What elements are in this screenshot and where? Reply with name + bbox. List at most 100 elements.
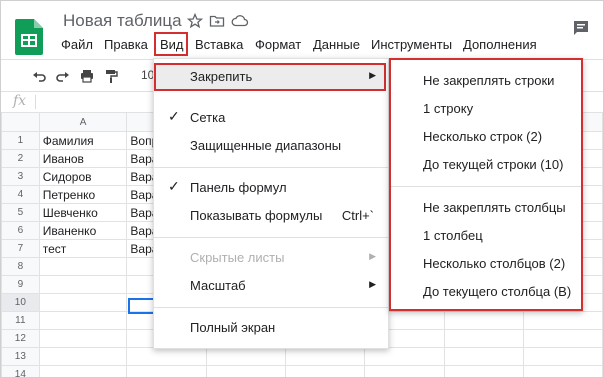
row-header[interactable]: 13 [1, 347, 40, 366]
menu-item-zoom[interactable]: Масштаб ▶ [154, 275, 388, 297]
row-header[interactable]: 7 [1, 239, 40, 258]
menu-item-show-formulas[interactable]: Показывать формулы Ctrl+` [154, 205, 388, 227]
menu-data[interactable]: Данные [313, 37, 360, 52]
row-header[interactable]: 2 [1, 149, 40, 168]
cell[interactable]: Иваненко [38, 221, 128, 240]
menu-divider [154, 167, 388, 168]
cell[interactable] [38, 275, 128, 294]
submenu-item-label: До текущей строки (10) [423, 157, 564, 172]
submenu-item-2-columns[interactable]: Несколько столбцов (2) [391, 253, 581, 275]
print-icon[interactable] [79, 68, 95, 84]
shortcut-label: Ctrl+` [341, 208, 374, 223]
submenu-item-up-to-current-row[interactable]: До текущей строки (10) [391, 154, 581, 176]
menu-item-label: Сетка [190, 110, 226, 125]
menu-item-label: Скрытые листы [190, 250, 285, 265]
document-title[interactable]: Новая таблица [63, 11, 182, 31]
menu-item-freeze[interactable]: Закрепить ▶ [154, 66, 388, 88]
cell[interactable]: Сидоров [38, 167, 128, 186]
cell[interactable] [38, 257, 128, 276]
submenu-arrow-icon: ▶ [369, 70, 376, 80]
cell[interactable] [38, 347, 128, 366]
menu-item-label: Закрепить [190, 69, 253, 84]
select-all-corner[interactable] [1, 112, 40, 132]
cell[interactable]: Шевченко [38, 203, 128, 222]
submenu-item-label: Не закреплять столбцы [423, 200, 566, 215]
fx-label: fx [13, 93, 27, 109]
cell[interactable] [126, 365, 207, 377]
redo-icon[interactable] [55, 68, 71, 84]
cell[interactable]: тест [38, 239, 128, 258]
column-header-a[interactable]: A [38, 112, 128, 132]
table-row: 14 [1, 365, 603, 377]
menu-tools[interactable]: Инструменты [371, 37, 452, 52]
submenu-item-up-to-current-column[interactable]: До текущего столбца (B) [391, 281, 581, 303]
menu-item-full-screen[interactable]: Полный экран [154, 317, 388, 339]
view-menu: Закрепить ▶ ✓ Сетка Защищенные диапазоны… [153, 58, 389, 349]
menu-item-label: Панель формул [190, 180, 287, 195]
menu-file[interactable]: Файл [61, 37, 93, 52]
submenu-item-2-rows[interactable]: Несколько строк (2) [391, 126, 581, 148]
menu-insert[interactable]: Вставка [195, 37, 243, 52]
menu-addons[interactable]: Дополнения [463, 37, 537, 52]
submenu-item-no-columns[interactable]: Не закреплять столбцы [391, 197, 581, 219]
submenu-arrow-icon: ▶ [369, 279, 376, 289]
row-header[interactable]: 4 [1, 185, 40, 204]
undo-icon[interactable] [31, 68, 47, 84]
comment-icon[interactable] [572, 19, 590, 37]
cloud-status-icon[interactable] [231, 13, 249, 29]
submenu-item-label: Несколько строк (2) [423, 129, 543, 144]
cell[interactable] [38, 365, 128, 377]
checkmark-icon: ✓ [168, 178, 180, 194]
submenu-item-no-rows[interactable]: Не закреплять строки [391, 70, 581, 92]
row-header[interactable]: 11 [1, 311, 40, 330]
checkmark-icon: ✓ [168, 108, 180, 124]
row-header[interactable]: 6 [1, 221, 40, 240]
submenu-item-label: Несколько столбцов (2) [423, 256, 566, 271]
menu-item-hidden-sheets: Скрытые листы ▶ [154, 247, 388, 269]
row-header[interactable]: 14 [1, 365, 40, 377]
menu-item-protected-ranges[interactable]: Защищенные диапазоны [154, 135, 388, 157]
submenu-arrow-icon: ▶ [369, 251, 376, 261]
menu-item-formula-bar[interactable]: ✓ Панель формул [154, 177, 388, 199]
menu-divider [154, 237, 388, 238]
sheets-logo-icon[interactable] [15, 19, 43, 55]
row-header[interactable]: 9 [1, 275, 40, 294]
submenu-item-1-row[interactable]: 1 строку [391, 98, 581, 120]
row-header[interactable]: 8 [1, 257, 40, 276]
row-header[interactable]: 3 [1, 167, 40, 186]
menu-item-label: Масштаб [190, 278, 246, 293]
menu-view-highlight [154, 32, 188, 56]
menu-format[interactable]: Формат [255, 37, 301, 52]
menu-divider [154, 307, 388, 308]
submenu-item-label: До текущего столбца (B) [423, 284, 572, 299]
selected-cell[interactable] [128, 298, 156, 314]
menu-divider [391, 186, 581, 187]
row-header[interactable]: 1 [1, 131, 40, 150]
menu-item-label: Полный экран [190, 320, 276, 335]
app-window: Новая таблица Файл Правка Вид Вставка Фо… [0, 0, 604, 378]
submenu-item-label: 1 столбец [423, 228, 483, 243]
cell[interactable] [38, 311, 128, 330]
formula-divider [35, 95, 36, 109]
move-to-folder-icon[interactable] [209, 13, 225, 29]
row-header[interactable]: 5 [1, 203, 40, 222]
cell[interactable]: Фамилия [38, 131, 128, 150]
menu-item-label: Защищенные диапазоны [190, 138, 342, 153]
row-header[interactable]: 10 [1, 293, 40, 312]
cell[interactable] [38, 329, 128, 348]
submenu-item-label: 1 строку [423, 101, 474, 116]
submenu-item-1-column[interactable]: 1 столбец [391, 225, 581, 247]
table-row: 13 [1, 347, 603, 366]
menu-edit[interactable]: Правка [104, 37, 148, 52]
star-icon[interactable] [187, 13, 203, 29]
row-header[interactable]: 12 [1, 329, 40, 348]
menu-item-label: Показывать формулы [190, 208, 323, 223]
menu-item-gridlines[interactable]: ✓ Сетка [154, 107, 388, 129]
cell[interactable]: Иванов [38, 149, 128, 168]
cell[interactable] [126, 347, 207, 366]
submenu-item-label: Не закреплять строки [423, 73, 555, 88]
cell[interactable]: Петренко [38, 185, 128, 204]
cell[interactable] [38, 293, 128, 312]
paint-format-icon[interactable] [103, 68, 119, 84]
freeze-submenu: Не закреплять строки 1 строку Несколько … [389, 58, 583, 311]
